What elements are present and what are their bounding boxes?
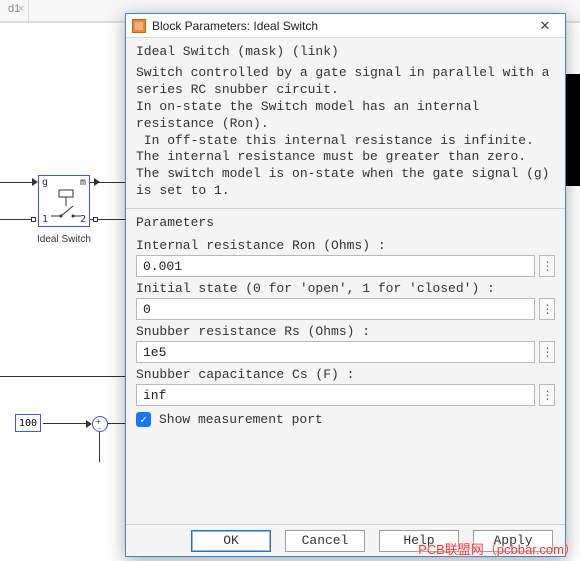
initial-state-label: Initial state (0 for 'open', 1 for 'clos… — [136, 281, 555, 296]
block-scope[interactable] — [566, 74, 580, 186]
parameters-heading: Parameters — [136, 215, 555, 230]
show-measurement-label: Show measurement port — [159, 412, 323, 427]
model-tab[interactable]: d1 × — [0, 0, 29, 22]
dialog-title: Block Parameters: Ideal Switch — [152, 19, 529, 33]
block-label: Ideal Switch — [24, 234, 104, 245]
wire — [0, 219, 33, 220]
constant-value: 100 — [19, 418, 37, 429]
wire — [0, 182, 33, 183]
mask-link-line[interactable]: Ideal Switch (mask) (link) — [136, 44, 555, 59]
close-button[interactable]: ✕ — [529, 16, 561, 36]
button-label: Cancel — [302, 533, 349, 548]
wire-arrow-icon — [94, 178, 100, 186]
block-description: Switch controlled by a gate signal in pa… — [136, 65, 555, 200]
field-actions-button[interactable]: ⋮ — [539, 255, 555, 277]
port-node — [93, 217, 98, 222]
field-actions-button[interactable]: ⋮ — [539, 384, 555, 406]
ron-label: Internal resistance Ron (Ohms) : — [136, 238, 555, 253]
block-parameters-dialog: Block Parameters: Ideal Switch ✕ Ideal S… — [125, 13, 566, 557]
cs-label: Snubber capacitance Cs (F) : — [136, 367, 555, 382]
field-actions-button[interactable]: ⋮ — [539, 298, 555, 320]
svg-text:-: - — [98, 424, 101, 432]
dialog-titlebar[interactable]: Block Parameters: Ideal Switch ✕ — [126, 14, 565, 38]
close-icon: ✕ — [540, 18, 551, 34]
cancel-button[interactable]: Cancel — [285, 530, 365, 552]
rs-input[interactable] — [136, 341, 535, 363]
port-node — [31, 217, 36, 222]
ron-input[interactable] — [136, 255, 535, 277]
block-ideal-switch[interactable]: g m 1 2 — [38, 175, 90, 227]
switch-schematic-icon — [39, 176, 91, 228]
dialog-content: Ideal Switch (mask) (link) Switch contro… — [126, 38, 565, 526]
check-icon: ✓ — [140, 413, 147, 427]
cs-input[interactable] — [136, 384, 535, 406]
sum-icon: + - — [92, 416, 108, 432]
button-label: OK — [223, 533, 239, 548]
simulink-icon — [132, 19, 146, 33]
wire — [0, 376, 130, 377]
field-actions-button[interactable]: ⋮ — [539, 341, 555, 363]
show-measurement-checkbox[interactable]: ✓ — [136, 412, 151, 427]
rs-label: Snubber resistance Rs (Ohms) : — [136, 324, 555, 339]
block-constant[interactable]: 100 — [15, 414, 41, 432]
initial-state-input[interactable] — [136, 298, 535, 320]
tab-close-icon[interactable]: × — [18, 3, 24, 15]
wire — [99, 432, 100, 462]
wire — [43, 423, 89, 424]
watermark: PCB联盟网（pcbbar.com） — [418, 539, 577, 558]
block-sum[interactable]: + - — [92, 416, 108, 432]
ok-button[interactable]: OK — [191, 530, 271, 552]
divider — [126, 208, 565, 209]
